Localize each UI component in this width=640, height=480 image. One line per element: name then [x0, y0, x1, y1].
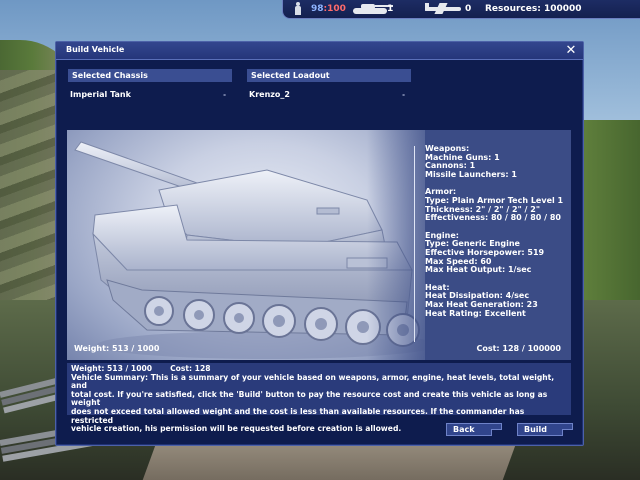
dropdown-arrow-icon: - [402, 91, 405, 99]
dialog-titlebar[interactable]: Build Vehicle ✕ [56, 42, 583, 60]
summary-cost: Cost: 128 [170, 364, 211, 373]
missile-launchers: Missile Launchers: 1 [425, 169, 517, 179]
selected-chassis-header: Selected Chassis [68, 69, 232, 82]
armor-effectiveness: Effectiveness: 80 / 80 / 80 / 80 [425, 213, 561, 223]
chassis-value: Imperial Tank [70, 90, 131, 99]
dropdown-arrow-icon: - [223, 91, 226, 99]
summary-text-line: total cost. If you're satisfied, click t… [71, 389, 548, 408]
loadout-dropdown[interactable]: Krenzo_2 - [247, 89, 411, 101]
dialog-title: Build Vehicle [66, 45, 125, 54]
loadout-value: Krenzo_2 [249, 90, 290, 99]
vehicle-summary: Weight: 513 / 1000 Cost: 128 Vehicle Summ… [67, 363, 571, 433]
resources-display: Resources: 100000 [485, 4, 582, 14]
units-max: 100 [327, 4, 346, 14]
cost-readout: Cost: 128 / 100000 [476, 344, 561, 353]
heat-rating: Heat Rating: Excellent [425, 308, 526, 318]
build-vehicle-dialog: Build Vehicle ✕ Selected Chassis Selecte… [55, 41, 584, 446]
vehicle-stats: Weapons: Machine Guns: 1 Cannons: 1 Miss… [425, 144, 571, 327]
stats-divider [414, 146, 415, 342]
engine-section: Engine: Type: Generic Engine Effective H… [425, 231, 571, 275]
heat-section: Heat: Heat Dissipation: 4/sec Max Heat G… [425, 283, 571, 318]
build-button[interactable]: Build [517, 423, 573, 436]
unit-count: 98:100 [311, 2, 346, 16]
tank-count: 1 [387, 4, 394, 14]
engine-max-heat-output: Max Heat Output: 1/sec [425, 265, 532, 275]
plane-icon [423, 3, 463, 14]
armor-section: Armor: Type: Plain Armor Tech Level 1 Th… [425, 188, 571, 222]
resource-hud: 98:100 1 0 Resources: 100000 [282, 0, 640, 19]
summary-text-line: Vehicle Summary: This is a summary of yo… [71, 372, 555, 391]
plane-count: 0 [465, 4, 472, 14]
selected-loadout-header: Selected Loadout [247, 69, 411, 82]
close-icon[interactable]: ✕ [563, 43, 579, 58]
weight-readout: Weight: 513 / 1000 [74, 344, 160, 353]
chassis-dropdown[interactable]: Imperial Tank - [68, 89, 232, 101]
summary-weight: Weight: 513 / 1000 [71, 364, 153, 373]
weapons-section: Weapons: Machine Guns: 1 Cannons: 1 Miss… [425, 144, 571, 179]
units-current: 98 [311, 4, 324, 14]
soldier-icon [294, 2, 302, 15]
rock-wall [0, 70, 60, 330]
vehicle-preview-panel: Weapons: Machine Guns: 1 Cannons: 1 Miss… [67, 130, 571, 360]
back-button[interactable]: Back [446, 423, 502, 436]
